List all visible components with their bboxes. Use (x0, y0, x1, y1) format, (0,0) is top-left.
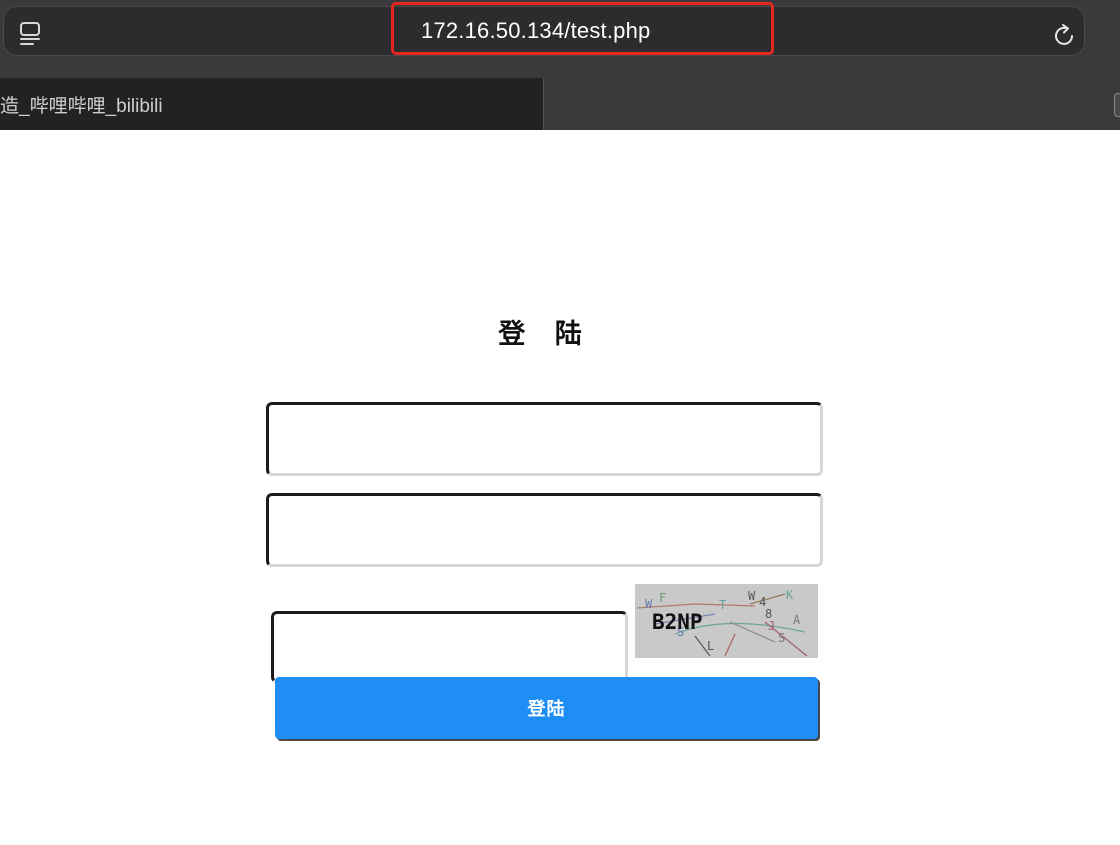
svg-text:A: A (793, 613, 801, 627)
captcha-input[interactable] (271, 611, 628, 683)
svg-text:W: W (748, 589, 756, 603)
password-input[interactable] (266, 493, 823, 567)
username-input[interactable] (266, 402, 823, 476)
svg-text:W: W (645, 597, 653, 611)
tab-title: 造_哔哩哔哩_bilibili (0, 96, 163, 117)
captcha-image[interactable]: W F T W 4 K 8 A J S S L B2NP (635, 584, 818, 658)
captcha-text: B2NP (652, 610, 703, 634)
svg-text:T: T (719, 598, 726, 612)
tab-strip: 造_哔哩哔哩_bilibili (0, 78, 1120, 130)
svg-text:J: J (768, 619, 775, 633)
new-tab-edge[interactable] (1114, 93, 1120, 117)
login-button[interactable]: 登陆 (275, 677, 818, 739)
page-title: 登 陆 (498, 319, 592, 350)
svg-text:F: F (659, 591, 666, 605)
url-text[interactable]: 172.16.50.134/test.php (421, 14, 650, 48)
svg-text:S: S (778, 631, 785, 645)
browser-chrome: 172.16.50.134/test.php 造_哔哩哔哩_bilibili (0, 0, 1120, 130)
reload-icon[interactable] (1052, 23, 1078, 49)
svg-text:K: K (786, 588, 794, 602)
sidebar-icon[interactable] (18, 21, 46, 47)
browser-tab[interactable]: 造_哔哩哔哩_bilibili (0, 78, 544, 130)
svg-text:L: L (707, 639, 714, 653)
